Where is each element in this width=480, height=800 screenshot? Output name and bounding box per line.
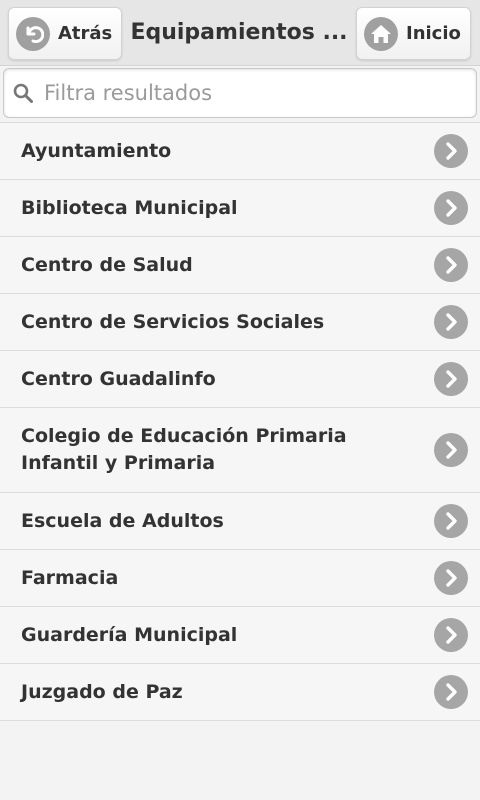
- chevron-right-icon: [434, 248, 468, 282]
- list-item-label: Guardería Municipal: [21, 622, 237, 649]
- list-item[interactable]: Farmacia: [0, 550, 480, 607]
- results-list: Ayuntamiento Biblioteca Municipal Centro d…: [0, 122, 480, 721]
- list-item-label: Colegio de Educación Primaria Infantil y …: [21, 423, 347, 477]
- list-item-label: Centro de Salud: [21, 252, 193, 279]
- chevron-right-icon: [434, 561, 468, 595]
- list-item-label-line: Ayuntamiento: [21, 139, 172, 162]
- chevron-right-icon: [434, 675, 468, 709]
- list-item-label-line: Infantil y Primaria: [21, 452, 216, 474]
- list-item[interactable]: Juzgado de Paz: [0, 664, 480, 721]
- chevron-right-icon: [434, 134, 468, 168]
- list-item[interactable]: Centro Guadalinfo: [0, 351, 480, 408]
- list-item-label-line: Centro Guadalinfo: [21, 367, 216, 390]
- back-button-label: Atrás: [58, 23, 113, 44]
- chevron-right-icon: [434, 504, 468, 538]
- list-item[interactable]: Guardería Municipal: [0, 607, 480, 664]
- list-item[interactable]: Ayuntamiento: [0, 123, 480, 180]
- list-item[interactable]: Biblioteca Municipal: [0, 180, 480, 237]
- list-item-label-line: Juzgado de Paz: [21, 680, 183, 703]
- list-item-label: Escuela de Adultos: [21, 508, 224, 535]
- header-bar: Atrás Equipamientos ... Inicio: [0, 0, 480, 66]
- chevron-right-icon: [434, 433, 468, 467]
- list-item-label: Biblioteca Municipal: [21, 195, 238, 222]
- list-item-label: Ayuntamiento: [21, 138, 171, 165]
- list-item-label-line: Centro de Servicios Sociales: [21, 310, 325, 333]
- list-item[interactable]: Centro de Servicios Sociales: [0, 294, 480, 351]
- search-icon: [12, 82, 34, 104]
- list-item-label-line: Guardería Municipal: [21, 623, 238, 646]
- list-item-label: Centro Guadalinfo: [21, 366, 216, 393]
- list-item[interactable]: Centro de Salud: [0, 237, 480, 294]
- back-button[interactable]: Atrás: [8, 7, 122, 60]
- home-button-label: Inicio: [406, 23, 461, 44]
- chevron-right-icon: [434, 305, 468, 339]
- back-arrow-icon: [16, 16, 50, 51]
- list-item-label-line: Biblioteca Municipal: [21, 196, 238, 219]
- chevron-right-icon: [434, 362, 468, 396]
- list-item-label: Juzgado de Paz: [21, 679, 183, 706]
- list-item-label-line: Farmacia: [21, 566, 119, 589]
- chevron-right-icon: [434, 618, 468, 652]
- chevron-right-icon: [434, 191, 468, 225]
- list-item-label-line: Centro de Salud: [21, 253, 193, 276]
- list-item-label-line: Colegio de Educación Primaria: [21, 425, 347, 447]
- list-item-label: Farmacia: [21, 565, 118, 592]
- home-icon: [364, 16, 398, 51]
- list-item-label-line: Escuela de Adultos: [21, 509, 224, 532]
- page-title: Equipamientos ...: [130, 20, 348, 45]
- search-input[interactable]: [44, 81, 454, 105]
- list-item[interactable]: Colegio de Educación Primaria Infantil y …: [0, 408, 480, 493]
- list-item-label: Centro de Servicios Sociales: [21, 309, 324, 336]
- search-bar: [3, 68, 477, 118]
- home-button[interactable]: Inicio: [356, 7, 471, 60]
- list-item[interactable]: Escuela de Adultos: [0, 493, 480, 550]
